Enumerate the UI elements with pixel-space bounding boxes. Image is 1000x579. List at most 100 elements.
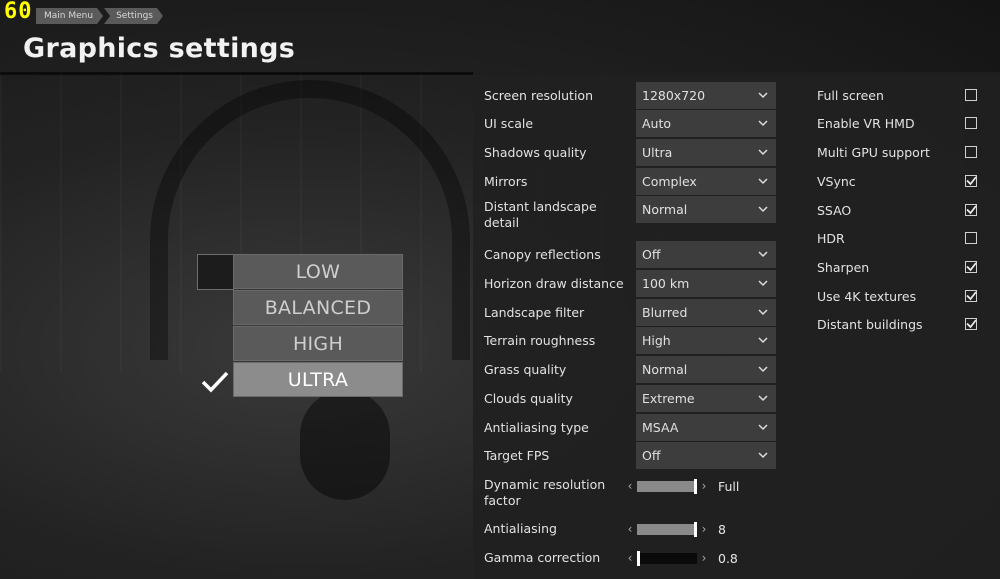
select-value: High <box>642 333 671 348</box>
breadcrumb: Main Menu Settings <box>36 8 164 24</box>
chevron-down-icon <box>758 92 768 99</box>
antialiasing-type-select[interactable]: MSAA <box>636 414 776 441</box>
shadows-quality-select[interactable]: Ultra <box>636 139 776 166</box>
setting-label: Screen resolution <box>484 87 594 103</box>
horizon-draw-distance-select[interactable]: 100 km <box>636 270 776 297</box>
distant-landscape-detail-select[interactable]: Normal <box>636 196 776 223</box>
preset-low[interactable]: LOW <box>233 254 403 289</box>
setting-ui-scale: UI scale Auto <box>484 110 776 137</box>
checkbox-icon[interactable] <box>965 261 977 273</box>
checkbox-icon[interactable] <box>965 146 977 158</box>
preset-hover-indicator <box>197 254 234 290</box>
mirrors-select[interactable]: Complex <box>636 168 776 195</box>
slider-thumb[interactable] <box>637 550 640 566</box>
slider-thumb[interactable] <box>694 521 697 537</box>
chevron-right-icon[interactable]: › <box>698 479 710 493</box>
toggle-use-4k-textures[interactable]: Use 4K textures <box>817 283 987 309</box>
toggle-label: Full screen <box>817 87 884 103</box>
toggle-multi-gpu-support[interactable]: Multi GPU support <box>817 139 987 165</box>
screen-resolution-select[interactable]: 1280x720 <box>636 82 776 109</box>
chevron-left-icon[interactable]: ‹ <box>624 551 636 565</box>
checkbox-icon[interactable] <box>965 318 977 330</box>
slider-track[interactable] <box>637 550 697 566</box>
toggle-label: HDR <box>817 230 845 246</box>
select-value: Complex <box>642 174 697 189</box>
toggle-label: SSAO <box>817 202 852 218</box>
setting-antialiasing-type: Antialiasing type MSAA <box>484 414 776 441</box>
terrain-roughness-select[interactable]: High <box>636 327 776 354</box>
setting-terrain-roughness: Terrain roughness High <box>484 327 776 354</box>
checkmark-icon <box>966 262 977 272</box>
setting-mirrors: Mirrors Complex <box>484 168 776 195</box>
toggle-full-screen[interactable]: Full screen <box>817 82 987 108</box>
preset-balanced[interactable]: BALANCED <box>233 290 403 325</box>
checkbox-icon[interactable] <box>965 175 977 187</box>
checkbox-icon[interactable] <box>965 232 977 244</box>
chevron-down-icon <box>758 251 768 258</box>
breadcrumb-settings[interactable]: Settings <box>104 8 163 24</box>
clouds-quality-select[interactable]: Extreme <box>636 385 776 412</box>
slider-track[interactable] <box>637 521 697 537</box>
setting-label: Distant landscape detail <box>484 199 597 230</box>
select-value: Extreme <box>642 391 695 406</box>
chevron-left-icon[interactable]: ‹ <box>624 522 636 536</box>
landscape-filter-select[interactable]: Blurred <box>636 299 776 326</box>
target-fps-select[interactable]: Off <box>636 442 776 469</box>
ui-scale-select[interactable]: Auto <box>636 110 776 137</box>
setting-shadows-quality: Shadows quality Ultra <box>484 139 776 166</box>
checkbox-icon[interactable] <box>965 290 977 302</box>
gamma-correction-slider[interactable]: ‹ › 0.8 <box>624 548 738 568</box>
setting-distant-landscape-detail: Distant landscape detail Normal <box>484 196 776 232</box>
chevron-down-icon <box>758 452 768 459</box>
toggle-vsync[interactable]: VSync <box>817 168 987 194</box>
checkmark-icon <box>966 176 977 186</box>
grass-quality-select[interactable]: Normal <box>636 356 776 383</box>
checkmark-icon <box>201 371 229 393</box>
breadcrumb-main-menu[interactable]: Main Menu <box>36 8 103 24</box>
setting-label: Gamma correction <box>484 549 601 565</box>
slider-track[interactable] <box>637 478 697 494</box>
select-value: Normal <box>642 202 688 217</box>
setting-label: Antialiasing type <box>484 419 589 435</box>
toggle-label: VSync <box>817 173 856 189</box>
preset-label: ULTRA <box>287 368 349 391</box>
toggle-enable-vr-hmd[interactable]: Enable VR HMD <box>817 110 987 136</box>
setting-gamma-correction: Gamma correction ‹ › 0.8 <box>484 544 738 571</box>
toggle-label: Use 4K textures <box>817 288 917 304</box>
setting-label: Mirrors <box>484 173 528 189</box>
canopy-reflections-select[interactable]: Off <box>636 241 776 268</box>
setting-antialiasing: Antialiasing ‹ › 8 <box>484 515 726 542</box>
chevron-right-icon[interactable]: › <box>698 522 710 536</box>
setting-horizon-draw-distance: Horizon draw distance 100 km <box>484 270 776 297</box>
toggle-label: Multi GPU support <box>817 144 930 160</box>
checkbox-icon[interactable] <box>965 117 977 129</box>
setting-label: Dynamic resolution factor <box>484 477 606 508</box>
setting-label: Target FPS <box>484 447 550 463</box>
slider-thumb[interactable] <box>694 478 697 494</box>
dynamic-resolution-slider[interactable]: ‹ › Full <box>624 476 739 496</box>
setting-label: Horizon draw distance <box>484 275 624 291</box>
slider-value: 0.8 <box>718 550 738 566</box>
preset-high[interactable]: HIGH <box>233 326 403 361</box>
chevron-down-icon <box>758 337 768 344</box>
chevron-down-icon <box>758 280 768 287</box>
setting-landscape-filter: Landscape filter Blurred <box>484 299 776 326</box>
slider-value: 8 <box>718 521 726 537</box>
toggle-ssao[interactable]: SSAO <box>817 197 987 223</box>
chevron-down-icon <box>758 395 768 402</box>
preset-label: LOW <box>295 260 341 283</box>
chevron-left-icon[interactable]: ‹ <box>624 479 636 493</box>
preset-ultra[interactable]: ULTRA <box>233 362 403 397</box>
chevron-right-icon[interactable]: › <box>698 551 710 565</box>
toggle-distant-buildings[interactable]: Distant buildings <box>817 311 987 337</box>
setting-canopy-reflections: Canopy reflections Off <box>484 241 776 268</box>
chevron-down-icon <box>758 366 768 373</box>
setting-target-fps: Target FPS Off <box>484 442 776 469</box>
select-value: 100 km <box>642 276 690 291</box>
checkbox-icon[interactable] <box>965 204 977 216</box>
toggle-sharpen[interactable]: Sharpen <box>817 254 987 280</box>
toggle-hdr[interactable]: HDR <box>817 225 987 251</box>
select-value: Normal <box>642 362 688 377</box>
checkbox-icon[interactable] <box>965 89 977 101</box>
antialiasing-slider[interactable]: ‹ › 8 <box>624 519 726 539</box>
